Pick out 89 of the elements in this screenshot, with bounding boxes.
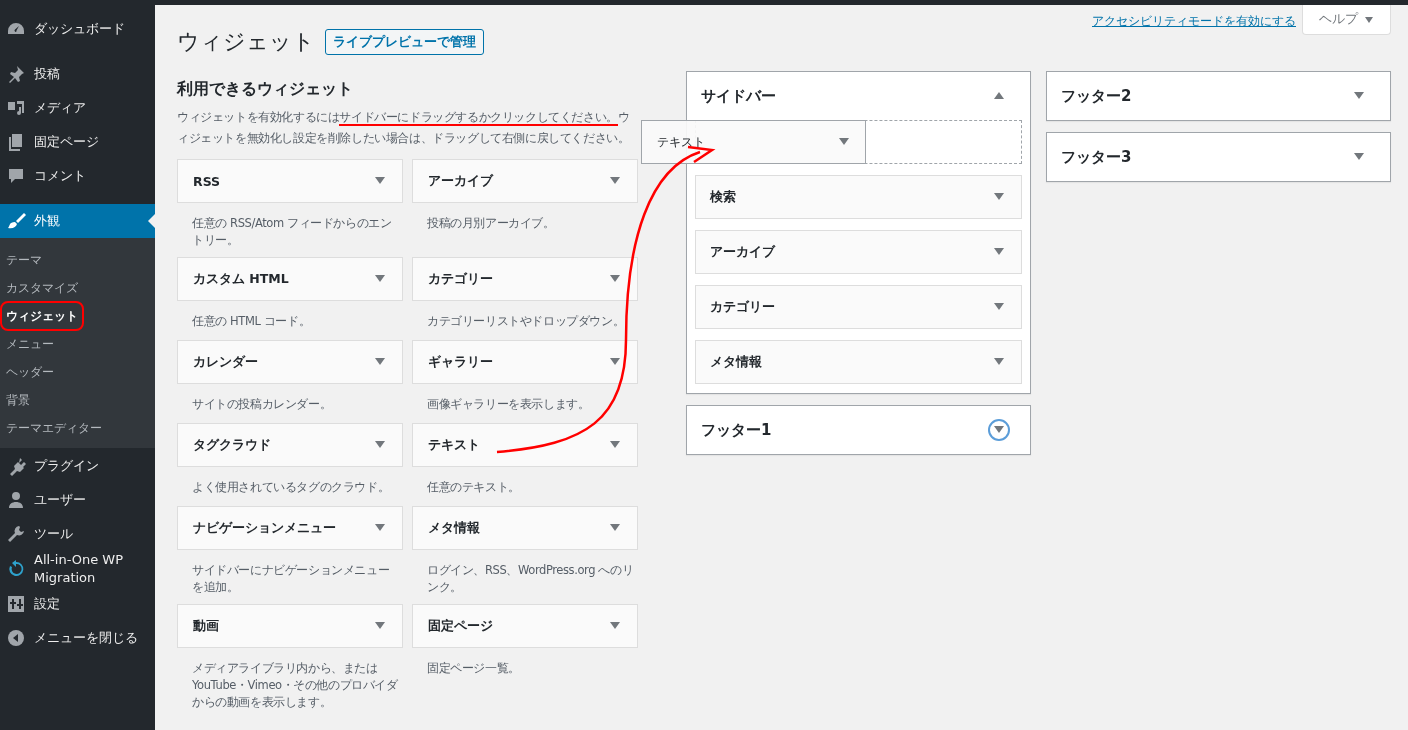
caret-icon	[994, 92, 1004, 100]
widget-header[interactable]: ナビゲーションメニュー	[177, 506, 403, 550]
caret-icon	[1354, 153, 1364, 161]
caret-icon	[1354, 92, 1364, 100]
menu-item[interactable]: ダッシュボード	[0, 12, 155, 46]
widget-header[interactable]: タグクラウド	[177, 423, 403, 467]
caret-icon	[610, 441, 620, 449]
widget-description: メディアライブラリ内から、または YouTube・Vimeo・その他のプロバイダからの動画を表示します。	[191, 660, 399, 711]
dragged-widget[interactable]: テキスト	[641, 120, 866, 164]
menu-item[interactable]: 設定	[0, 587, 155, 621]
caret-icon	[1364, 15, 1374, 24]
widget-area-header[interactable]: フッター2	[1047, 72, 1390, 120]
widget-header[interactable]: RSS	[177, 159, 403, 203]
widget-header[interactable]: ギャラリー	[412, 340, 638, 384]
widget-area-header[interactable]: サイドバー	[687, 72, 1030, 120]
sliders-icon	[6, 594, 26, 614]
widget-description: 任意の HTML コード。	[191, 313, 312, 330]
menu-item[interactable]: プラグイン	[0, 449, 155, 483]
widget-header[interactable]: 固定ページ	[412, 604, 638, 648]
caret-icon	[994, 426, 1004, 434]
caret-icon	[610, 524, 620, 532]
widget-header[interactable]: カレンダー	[177, 340, 403, 384]
widget-description: サイトの投稿カレンダー。	[191, 396, 333, 413]
menu-item[interactable]: 投稿	[0, 57, 155, 91]
accessibility-link[interactable]: アクセシビリティモードを有効にする	[1092, 13, 1296, 30]
caret-icon	[375, 441, 385, 449]
widget-header[interactable]: カスタム HTML	[177, 257, 403, 301]
widget-header[interactable]: アーカイブ	[412, 159, 638, 203]
caret-icon	[375, 524, 385, 532]
widget-header[interactable]: カテゴリー	[412, 257, 638, 301]
widget-header[interactable]: テキスト	[412, 423, 638, 467]
user-icon	[6, 490, 26, 510]
circular-arrow-icon	[6, 559, 26, 579]
menu-item[interactable]: 外観	[0, 204, 155, 238]
submenu-item[interactable]: メニュー	[0, 330, 60, 358]
widget-description: カテゴリーリストやドロップダウン。	[426, 313, 626, 330]
widget-header[interactable]: メタ情報	[695, 340, 1022, 384]
widget-description: 任意のテキスト。	[426, 479, 521, 496]
caret-icon	[375, 358, 385, 366]
page-title: ウィジェット	[177, 28, 315, 56]
live-preview-button[interactable]: ライブプレビューで管理	[325, 29, 484, 55]
caret-icon	[375, 177, 385, 185]
submenu-item[interactable]: テーマ	[0, 246, 48, 274]
widget-description: 固定ページ一覧。	[426, 660, 521, 677]
menu-item[interactable]: メニューを閉じる	[0, 621, 155, 655]
comment-icon	[6, 166, 26, 186]
caret-icon	[994, 193, 1004, 201]
collapse-icon	[6, 628, 26, 648]
widget-description: 投稿の月別アーカイブ。	[426, 215, 556, 232]
menu-item[interactable]: 固定ページ	[0, 125, 155, 159]
caret-icon	[610, 177, 620, 185]
widget-header[interactable]: メタ情報	[412, 506, 638, 550]
widget-description: 画像ギャラリーを表示します。	[426, 396, 591, 413]
caret-icon	[994, 303, 1004, 311]
toggle-control[interactable]	[988, 419, 1010, 441]
caret-icon	[610, 358, 620, 366]
widget-header[interactable]: カテゴリー	[695, 285, 1022, 329]
submenu-item[interactable]: カスタマイズ	[0, 274, 84, 302]
widget-header[interactable]: アーカイブ	[695, 230, 1022, 274]
wrench-icon	[6, 524, 26, 544]
caret-icon	[994, 358, 1004, 366]
widget-area-header[interactable]: フッター3	[1047, 133, 1390, 181]
submenu-item[interactable]: ウィジェット	[2, 303, 82, 329]
widget-description: サイドバーにナビゲーションメニューを追加。	[191, 562, 391, 596]
caret-icon	[839, 138, 849, 146]
caret-icon	[610, 275, 620, 283]
help-tab[interactable]: ヘルプ	[1302, 5, 1391, 35]
widget-description: よく使用されているタグのクラウド。	[191, 479, 391, 496]
widget-header[interactable]: 検索	[695, 175, 1022, 219]
brush-icon	[6, 211, 26, 231]
widget-area-header[interactable]: フッター1	[687, 406, 1030, 454]
caret-icon	[610, 622, 620, 630]
widget-description: ログイン、RSS、WordPress.org へのリンク。	[426, 562, 635, 596]
media-icon	[6, 98, 26, 118]
menu-item[interactable]: コメント	[0, 159, 155, 193]
caret-icon	[994, 248, 1004, 256]
caret-icon	[375, 275, 385, 283]
submenu-item[interactable]: ヘッダー	[0, 358, 60, 386]
menu-item[interactable]: All-in-One WP Migration	[0, 551, 155, 587]
caret-icon	[375, 622, 385, 630]
menu-item[interactable]: メディア	[0, 91, 155, 125]
submenu-item[interactable]: テーマエディター	[0, 414, 108, 442]
instructions-text: ウィジェットを有効化するにはサイドバーにドラッグするかクリックしてください。ウィジェットを無効化し設定を削除したい場合は、ドラッグして右側に戻してください。	[177, 109, 631, 147]
submenu-item[interactable]: 背景	[0, 386, 36, 414]
widget-description: 任意の RSS/Atom フィードからのエントリー。	[191, 215, 393, 249]
menu-item[interactable]: ツール	[0, 517, 155, 551]
widget-header[interactable]: 動画	[177, 604, 403, 648]
section-heading: 利用できるウィジェット	[177, 79, 354, 100]
menu-item[interactable]: ユーザー	[0, 483, 155, 517]
